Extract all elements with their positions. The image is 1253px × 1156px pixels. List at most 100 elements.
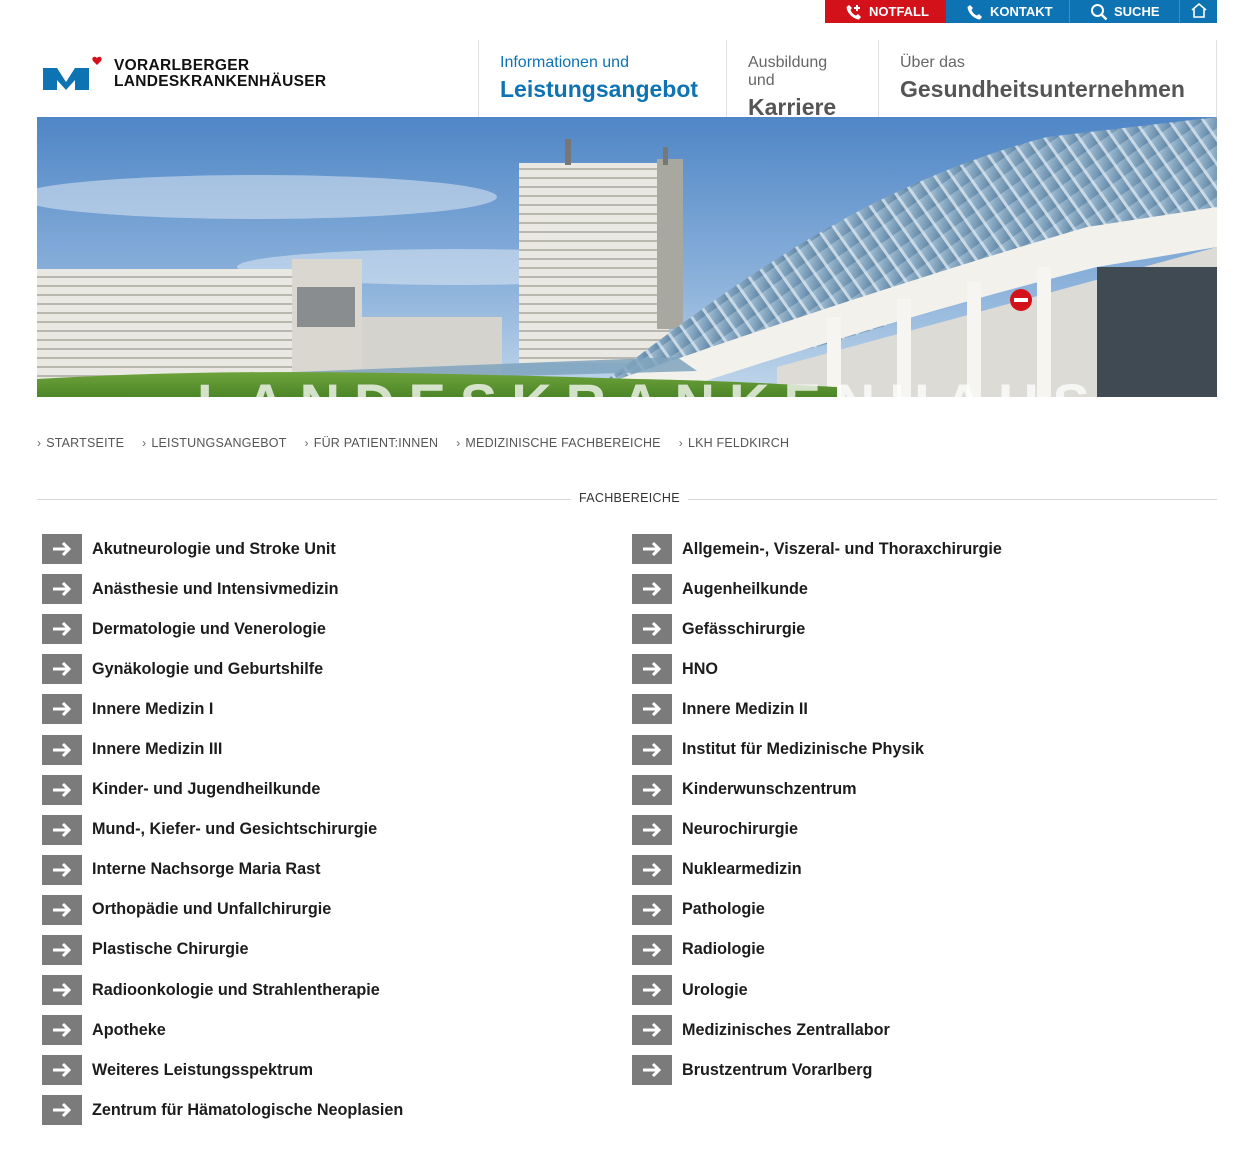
list-item-label: Gynäkologie und Geburtshilfe bbox=[92, 659, 324, 678]
nav-leistungsangebot-title: Leistungsangebot bbox=[500, 76, 699, 102]
arrow-right-icon bbox=[632, 894, 672, 925]
logo-line-2: LANDESKRANKENHÄUSER bbox=[114, 73, 327, 90]
arrow-right-icon bbox=[632, 1055, 672, 1086]
arrow-right-icon bbox=[42, 1095, 82, 1126]
suche-label: SUCHE bbox=[1114, 4, 1160, 19]
arrow-right-icon bbox=[632, 694, 672, 725]
utility-bar: NOTFALL KONTAKT SUCHE bbox=[825, 0, 1217, 23]
list-item-label: Akutneurologie und Stroke Unit bbox=[92, 539, 336, 558]
breadcrumb-item-leistungsangebot[interactable]: › LEISTUNGSANGEBOT bbox=[142, 436, 286, 450]
breadcrumb-label: MEDIZINISCHE FACHBEREICHE bbox=[465, 436, 661, 450]
list-item-label: Anästhesie und Intensivmedizin bbox=[92, 579, 339, 598]
emergency-phone-icon bbox=[845, 3, 863, 21]
khbg-logo-icon bbox=[42, 56, 104, 92]
breadcrumb-label: FÜR PATIENT:INNEN bbox=[313, 436, 439, 450]
breadcrumb-item-patienten[interactable]: › FÜR PATIENT:INNEN bbox=[305, 436, 439, 450]
list-item[interactable]: Kinder- und Jugendheilkunde bbox=[42, 770, 403, 810]
section-title: FACHBEREICHE bbox=[571, 491, 688, 505]
list-item[interactable]: Allgemein-, Viszeral- und Thoraxchirurgi… bbox=[632, 529, 1002, 569]
list-item-label: Allgemein-, Viszeral- und Thoraxchirurgi… bbox=[682, 539, 1002, 558]
list-item[interactable]: Zentrum für Hämatologische Neoplasien bbox=[42, 1090, 403, 1130]
list-item[interactable]: Gynäkologie und Geburtshilfe bbox=[42, 649, 403, 689]
list-item[interactable]: Pathologie bbox=[632, 890, 1002, 930]
list-item-label: Plastische Chirurgie bbox=[92, 940, 249, 959]
search-icon bbox=[1090, 3, 1108, 21]
list-item[interactable]: Orthopädie und Unfallchirurgie bbox=[42, 890, 403, 930]
list-item[interactable]: Interne Nachsorge Maria Rast bbox=[42, 850, 403, 890]
chevron-right-icon: › bbox=[304, 436, 309, 450]
phone-icon bbox=[966, 3, 984, 21]
breadcrumb: › STARTSEITE › LEISTUNGSANGEBOT › FÜR PA… bbox=[37, 436, 807, 450]
nav-gesundheitsunternehmen-title: Gesundheitsunternehmen bbox=[900, 76, 1185, 102]
arrow-right-icon bbox=[42, 975, 82, 1006]
list-item-label: Neurochirurgie bbox=[682, 820, 799, 839]
arrow-right-icon bbox=[42, 814, 82, 845]
home-icon bbox=[1190, 2, 1208, 22]
list-item-label: Kinder- und Jugendheilkunde bbox=[92, 780, 321, 799]
list-item-label: Brustzentrum Vorarlberg bbox=[682, 1060, 873, 1079]
list-item-label: Mund-, Kiefer- und Gesichtschirurgie bbox=[92, 820, 378, 839]
list-item[interactable]: Nuklearmedizin bbox=[632, 850, 1002, 890]
list-item-label: Institut für Medizinische Physik bbox=[682, 740, 924, 759]
arrow-right-icon bbox=[42, 774, 82, 805]
list-item[interactable]: Akutneurologie und Stroke Unit bbox=[42, 529, 403, 569]
suche-button[interactable]: SUCHE bbox=[1069, 0, 1179, 23]
list-item-label: Nuklearmedizin bbox=[682, 860, 802, 879]
list-item[interactable]: Brustzentrum Vorarlberg bbox=[632, 1050, 1002, 1090]
breadcrumb-item-startseite[interactable]: › STARTSEITE bbox=[37, 436, 124, 450]
list-item-label: Weiteres Leistungsspektrum bbox=[92, 1060, 313, 1079]
list-item-label: Augenheilkunde bbox=[682, 579, 808, 598]
list-item[interactable]: Mund-, Kiefer- und Gesichtschirurgie bbox=[42, 810, 403, 850]
site-header: VORARLBERGER LANDESKRANKENHÄUSER Informa… bbox=[0, 23, 1253, 120]
list-item-label: Interne Nachsorge Maria Rast bbox=[92, 860, 321, 879]
kontakt-button[interactable]: KONTAKT bbox=[946, 0, 1069, 23]
breadcrumb-label: LEISTUNGSANGEBOT bbox=[151, 436, 287, 450]
notfall-button[interactable]: NOTFALL bbox=[825, 0, 946, 23]
list-item-label: Innere Medizin I bbox=[92, 699, 214, 718]
list-item-label: Gefässchirurgie bbox=[682, 619, 806, 638]
list-item-label: Radiologie bbox=[682, 940, 765, 959]
list-item[interactable]: Medizinisches Zentrallabor bbox=[632, 1010, 1002, 1050]
chevron-right-icon: › bbox=[678, 436, 683, 450]
list-item[interactable]: HNO bbox=[632, 649, 1002, 689]
main-navigation: Informationen und Leistungsangebot Ausbi… bbox=[478, 40, 1217, 120]
breadcrumb-item-fachbereiche[interactable]: › MEDIZINISCHE FACHBEREICHE bbox=[456, 436, 661, 450]
arrow-right-icon bbox=[632, 654, 672, 685]
list-item[interactable]: Institut für Medizinische Physik bbox=[632, 729, 1002, 769]
arrow-right-icon bbox=[632, 814, 672, 845]
hero-image: LANDESKRANKENHAUS bbox=[37, 117, 1217, 407]
nav-gesundheitsunternehmen[interactable]: Über das Gesundheitsunternehmen bbox=[878, 40, 1217, 117]
arrow-right-icon bbox=[42, 894, 82, 925]
logo-text: VORARLBERGER LANDESKRANKENHÄUSER bbox=[114, 58, 326, 90]
list-item[interactable]: Weiteres Leistungsspektrum bbox=[42, 1050, 403, 1090]
list-item[interactable]: Augenheilkunde bbox=[632, 569, 1002, 609]
nav-karriere[interactable]: Ausbildung und Karriere bbox=[726, 40, 878, 120]
list-item[interactable]: Urologie bbox=[632, 970, 1002, 1010]
arrow-right-icon bbox=[42, 534, 82, 565]
arrow-right-icon bbox=[42, 1055, 82, 1086]
arrow-right-icon bbox=[42, 1015, 82, 1046]
arrow-right-icon bbox=[632, 534, 672, 565]
breadcrumb-item-lkh-feldkirch[interactable]: › LKH FELDKIRCH bbox=[679, 436, 789, 450]
nav-leistungsangebot-overline: Informationen und bbox=[500, 54, 629, 71]
list-item[interactable]: Gefässchirurgie bbox=[632, 609, 1002, 649]
list-item[interactable]: Radioonkologie und Strahlentherapie bbox=[42, 970, 403, 1010]
list-item[interactable]: Innere Medizin II bbox=[632, 689, 1002, 729]
list-item[interactable]: Dermatologie und Venerologie bbox=[42, 609, 403, 649]
list-item[interactable]: Neurochirurgie bbox=[632, 810, 1002, 850]
nav-karriere-overline: Ausbildung und bbox=[748, 54, 828, 89]
list-item[interactable]: Plastische Chirurgie bbox=[42, 930, 403, 970]
list-item[interactable]: Radiologie bbox=[632, 930, 1002, 970]
site-logo[interactable]: VORARLBERGER LANDESKRANKENHÄUSER bbox=[42, 56, 326, 92]
list-item-label: Urologie bbox=[682, 980, 748, 999]
list-item-label: Orthopädie und Unfallchirurgie bbox=[92, 900, 332, 919]
list-item-label: Pathologie bbox=[682, 900, 765, 919]
list-item[interactable]: Innere Medizin III bbox=[42, 729, 403, 769]
list-item[interactable]: Kinderwunschzentrum bbox=[632, 770, 1002, 810]
list-item[interactable]: Innere Medizin I bbox=[42, 689, 403, 729]
list-item[interactable]: Apotheke bbox=[42, 1010, 403, 1050]
arrow-right-icon bbox=[632, 854, 672, 885]
home-button[interactable] bbox=[1179, 0, 1217, 23]
list-item[interactable]: Anästhesie und Intensivmedizin bbox=[42, 569, 403, 609]
nav-leistungsangebot[interactable]: Informationen und Leistungsangebot bbox=[478, 40, 726, 117]
